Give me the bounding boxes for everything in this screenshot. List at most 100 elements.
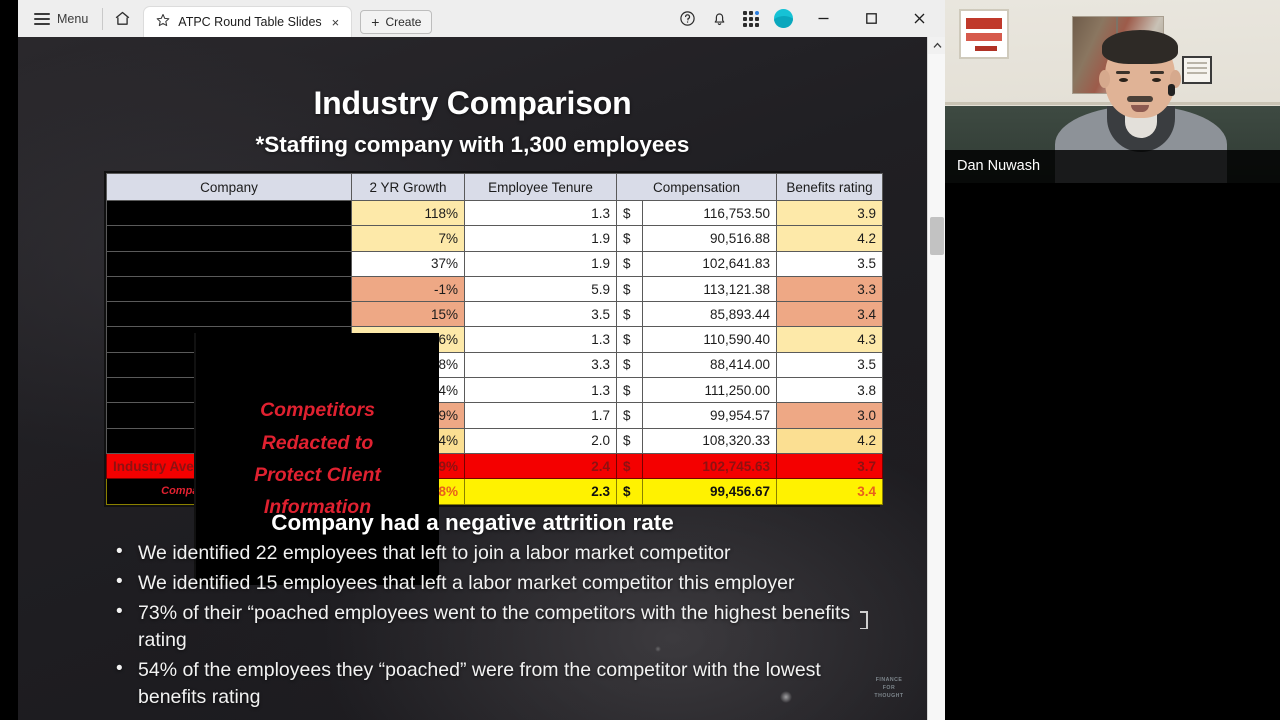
cell-growth: 9% [351, 402, 465, 429]
toolbar-right-group [671, 0, 945, 37]
cell-growth: 37% [351, 250, 465, 277]
column-header-company: Company [106, 173, 352, 201]
cell-growth: 66% [351, 326, 465, 353]
person-hair [1102, 30, 1178, 64]
person-eye-right [1152, 78, 1161, 82]
browser-window: Menu ATPC Round Table Slides × + Create … [0, 0, 946, 720]
cell-tenure: 1.9 [464, 250, 617, 277]
home-icon[interactable] [107, 4, 137, 34]
comparison-table-wrapper: Company 2 YR Growth Employee Tenure Comp… [104, 171, 883, 585]
minimize-button[interactable] [799, 0, 847, 37]
industry-comparison-table: Company 2 YR Growth Employee Tenure Comp… [106, 173, 883, 505]
table-row: 18% 3.3 $88,414.00 3.5 [106, 351, 883, 379]
cell-benefits: 3.5 [776, 351, 883, 379]
scrollbar-thumb[interactable] [930, 217, 944, 255]
cell-compensation: 110,590.40 [642, 326, 777, 353]
toolbar-divider [102, 7, 104, 30]
presentation-slide: Industry Comparison *Staffing company wi… [18, 37, 927, 720]
table-row: 64% 2.0 $108,320.33 4.2 [106, 427, 883, 454]
participant-name: Dan Nuwash [957, 158, 1041, 174]
bell-icon[interactable] [703, 3, 735, 35]
cell-company: Industry Average [106, 452, 352, 480]
cell-currency-symbol: $ [616, 351, 643, 379]
cell-company [106, 351, 352, 379]
cell-currency-symbol: $ [616, 377, 643, 404]
list-item: 54% of the employees they “poached” were… [104, 656, 894, 711]
cell-compensation: 111,250.00 [642, 377, 777, 404]
cell-tenure: 1.9 [464, 225, 617, 252]
maximize-button[interactable] [847, 0, 895, 37]
browser-toolbar: Menu ATPC Round Table Slides × + Create [18, 0, 945, 37]
cell-benefits: 4.2 [776, 427, 883, 454]
watermark-line-3: THOUGHT [874, 692, 904, 699]
apps-grid-icon[interactable] [735, 3, 767, 35]
cell-company [106, 225, 352, 252]
wall-certificate-left [959, 9, 1009, 59]
table-row: -1% 5.9 $113,121.38 3.3 [106, 275, 883, 303]
list-item: 73% of their “poached employees went to … [104, 599, 894, 654]
tab-strip: ATPC Round Table Slides × + Create [143, 0, 433, 37]
cell-growth: 15% [351, 301, 465, 328]
cell-tenure: 1.3 [464, 326, 617, 353]
cell-tenure: 1.7 [464, 402, 617, 429]
cell-growth: -1% [351, 275, 465, 303]
finance-for-thought-logo: FINANCE FOR THOUGHT [869, 677, 909, 700]
webcam-video-panel[interactable]: Dan Nuwash [945, 0, 1280, 183]
screen-root: Menu ATPC Round Table Slides × + Create … [0, 0, 1280, 720]
page-title: Industry Comparison [313, 85, 632, 121]
cell-currency-symbol: $ [616, 250, 643, 277]
list-item: We identified 22 employees that left to … [104, 539, 894, 567]
slide-content-area: Industry Comparison *Staffing company wi… [18, 37, 945, 720]
column-header-compensation: Compensation [616, 173, 777, 201]
cell-tenure: 3.5 [464, 301, 617, 328]
bullet-heading: Company had a negative attrition rate [271, 510, 674, 535]
scroll-up-icon[interactable] [928, 37, 946, 54]
cell-benefits: 4.2 [776, 225, 883, 252]
tab-atpc-round-table-slides[interactable]: ATPC Round Table Slides × [143, 6, 353, 37]
table-row-client-company: Company Name Redacted 28% 2.3 $99,456.67 3.4 [106, 478, 883, 505]
cell-currency-symbol: $ [616, 326, 643, 353]
wall-certificate-right [1182, 56, 1212, 84]
menu-button[interactable]: Menu [24, 8, 98, 30]
cell-compensation: 90,516.88 [642, 225, 777, 252]
column-header-tenure: Employee Tenure [464, 173, 617, 201]
person-head [1099, 30, 1181, 118]
cell-company [106, 427, 352, 454]
cell-growth: 118% [351, 199, 465, 227]
cell-company [106, 301, 352, 328]
create-button-label: Create [385, 15, 422, 29]
cell-company [106, 402, 352, 429]
bullet-list: We identified 22 employees that left to … [104, 539, 894, 713]
person-brow-left [1116, 71, 1130, 74]
headset-mic-icon [1168, 84, 1175, 96]
cell-currency-symbol: $ [616, 452, 643, 480]
cell-currency-symbol: $ [616, 427, 643, 454]
cell-growth: 54% [351, 377, 465, 404]
cell-compensation: 102,745.63 [642, 452, 777, 480]
vertical-scrollbar[interactable] [927, 37, 946, 720]
table-row: 37% 1.9 $102,641.83 3.5 [106, 250, 883, 277]
person-brow-right [1150, 71, 1164, 74]
cell-compensation: 85,893.44 [642, 301, 777, 328]
cell-tenure: 2.3 [464, 478, 617, 505]
create-button[interactable]: + Create [360, 10, 433, 34]
person-mustache [1127, 96, 1153, 102]
cell-currency-symbol: $ [616, 301, 643, 328]
cell-growth: 7% [351, 225, 465, 252]
toolbar-left-group: Menu [18, 0, 137, 37]
cell-tenure: 2.4 [464, 452, 617, 480]
plus-icon: + [371, 14, 380, 30]
table-row: 54% 1.3 $111,250.00 3.8 [106, 377, 883, 404]
help-circle-icon[interactable] [671, 3, 703, 35]
close-icon[interactable]: × [330, 15, 342, 30]
close-button[interactable] [895, 0, 943, 37]
person-ear-left [1099, 70, 1110, 88]
table-row: 118% 1.3 $116,753.50 3.9 [106, 199, 883, 227]
cell-currency-symbol: $ [616, 225, 643, 252]
cell-benefits: 3.9 [776, 199, 883, 227]
cell-benefits: 3.0 [776, 402, 883, 429]
cell-benefits: 4.3 [776, 326, 883, 353]
person-eye-left [1119, 78, 1128, 82]
cell-currency-symbol: $ [616, 275, 643, 303]
account-avatar[interactable] [767, 3, 799, 35]
